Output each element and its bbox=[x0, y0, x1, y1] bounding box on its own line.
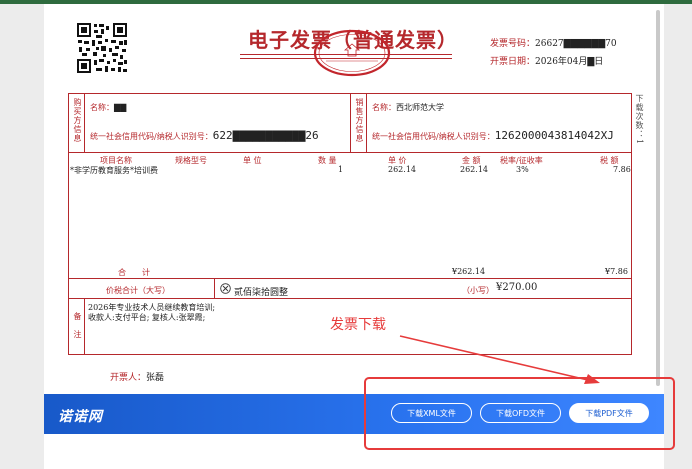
buyer-name-value: ▇▇ bbox=[114, 103, 127, 112]
circle-x-icon bbox=[220, 283, 231, 294]
total-amount: ¥262.14 bbox=[452, 267, 486, 276]
download-pdf-button[interactable]: 下载PDF文件 bbox=[569, 403, 649, 423]
buyer-tax-id: 统一社会信用代码/纳税人识别号：622▇▇▇▇▇▇▇▇▇▇▇26 bbox=[90, 129, 319, 142]
remark-line-2: 收款人:支付平台; 复核人:张翠霞; bbox=[88, 313, 206, 322]
seller-name: 名称：西北师范大学 bbox=[372, 103, 444, 112]
seller-name-value: 西北师范大学 bbox=[396, 103, 444, 112]
drawer: 开票人：张磊 bbox=[110, 373, 165, 383]
download-xml-button[interactable]: 下载XML文件 bbox=[391, 403, 472, 423]
tax-total-label: 价税合计（大写） bbox=[106, 286, 170, 295]
item-rate: 3% bbox=[516, 165, 529, 174]
col-header-qty: 数 量 bbox=[318, 156, 337, 165]
divider bbox=[214, 278, 215, 298]
divider bbox=[68, 278, 632, 279]
buyer-section-label: 购买方信息 bbox=[73, 98, 82, 143]
buyer-tax-id-value: 622▇▇▇▇▇▇▇▇▇▇▇26 bbox=[212, 129, 319, 142]
seller-tax-id: 统一社会信用代码/纳税人识别号：1262000043814042XJ bbox=[372, 129, 614, 142]
divider bbox=[84, 298, 85, 355]
divider bbox=[366, 93, 367, 152]
total-label: 合 计 bbox=[118, 268, 150, 277]
divider bbox=[68, 152, 632, 153]
item-name: *非学历教育服务*培训费 bbox=[70, 166, 158, 175]
seller-section-label: 销售方信息 bbox=[355, 98, 364, 143]
buyer-name: 名称：▇▇ bbox=[90, 103, 127, 112]
col-header-unit: 单 位 bbox=[243, 156, 262, 165]
download-count-note: 下载次数：1 bbox=[635, 94, 644, 146]
small-amount-label: （小写） bbox=[462, 286, 494, 295]
divider bbox=[84, 93, 85, 152]
small-amount-value: ¥270.00 bbox=[496, 282, 538, 293]
download-ofd-button[interactable]: 下载OFD文件 bbox=[480, 403, 561, 423]
invoice-number-value: 26627▇▇▇▇▇▇70 bbox=[535, 39, 617, 49]
item-qty: 1 bbox=[338, 165, 344, 174]
remark-label: 备注 bbox=[73, 312, 82, 348]
tax-seal-stamp bbox=[313, 29, 391, 77]
total-tax: ¥7.86 bbox=[605, 267, 628, 276]
invoice-date-value: 2026年04月▇日 bbox=[535, 57, 604, 67]
download-footer: 诺诺网 下载XML文件 下载OFD文件 下载PDF文件 bbox=[44, 394, 664, 434]
annotation-label: 发票下载 bbox=[330, 317, 386, 333]
drawer-value: 张磊 bbox=[146, 373, 165, 383]
col-header-spec: 规格型号 bbox=[175, 156, 207, 165]
item-price: 262.14 bbox=[388, 165, 416, 174]
item-tax: 7.86 bbox=[613, 165, 631, 174]
invoice-date: 开票日期：2026年04月▇日 bbox=[490, 57, 604, 67]
divider bbox=[68, 298, 632, 299]
scrollbar-thumb[interactable] bbox=[656, 10, 660, 386]
nuonuo-logo: 诺诺网 bbox=[58, 409, 103, 425]
divider bbox=[350, 93, 351, 152]
item-amount: 262.14 bbox=[460, 165, 488, 174]
seller-tax-id-value: 1262000043814042XJ bbox=[494, 129, 614, 142]
invoice-number: 发票号码：26627▇▇▇▇▇▇70 bbox=[490, 39, 617, 49]
qr-code-icon bbox=[76, 22, 128, 74]
tax-total-words: 贰佰柒拾圆整 bbox=[234, 288, 289, 298]
